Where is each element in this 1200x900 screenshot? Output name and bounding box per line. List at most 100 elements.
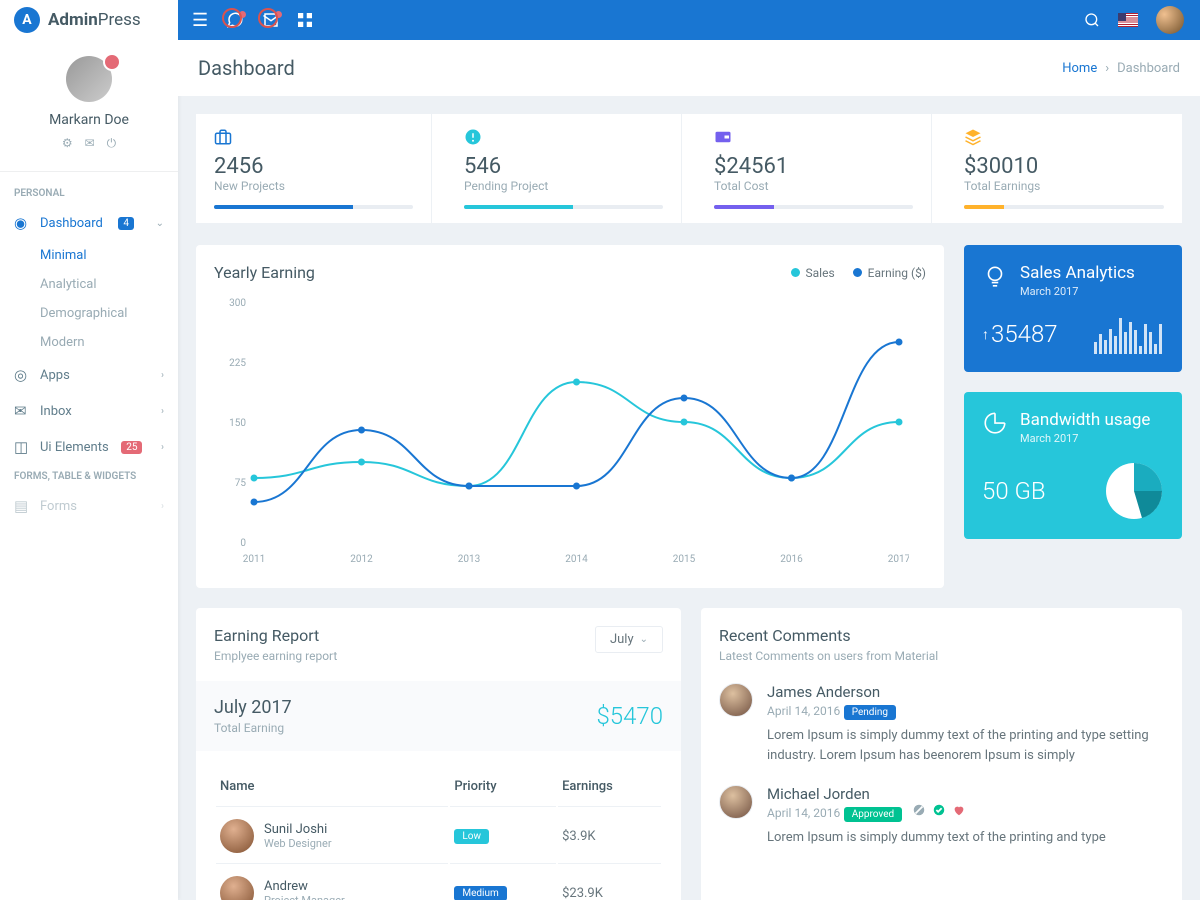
bandwidth-pie [1104,461,1164,521]
nav-ui-elements[interactable]: ◫ Ui Elements 25 › [0,429,178,465]
table-row: AndrewProject Manager Medium $23.9K [216,866,661,900]
alert-icon [464,128,663,146]
nav-header-forms: FORMS, TABLE & WIDGETS [0,465,178,488]
svg-text:2013: 2013 [458,554,480,565]
earning-report-card: Earning Report Emplyee earning report Ju… [196,608,681,900]
logo-text: AdminPress [48,10,141,30]
comment-author: James Anderson [767,683,1164,701]
chart-legend: Sales Earning ($) [791,266,926,280]
priority-badge: Medium [454,886,506,900]
settings-icon[interactable]: ⚙ [62,136,73,151]
comment-item: James Anderson April 14, 2016 Pending Lo… [719,683,1164,765]
page-title: Dashboard [198,56,295,80]
avatar [719,785,753,819]
svg-text:2012: 2012 [350,554,373,565]
svg-text:2016: 2016 [780,554,803,565]
bandwidth-panel: Bandwidth usage March 2017 50 GB [964,392,1182,539]
status-badge: Approved [844,807,902,822]
chevron-right-icon: › [161,406,164,417]
block-icon[interactable] [912,803,926,817]
logo-icon: A [14,7,40,33]
table-row: Sunil JoshiWeb Designer Low $3.9K [216,809,661,864]
sidebar: Markarn Doe ⚙ ✉ ⏻ PERSONAL ◉ Dashboard 4… [0,0,178,900]
target-icon: ◎ [14,366,30,384]
nav-forms[interactable]: ▤ Forms › [0,488,178,524]
comment-text: Lorem Ipsum is simply dummy text of the … [767,828,1164,848]
yearly-earning-card: Yearly Earning Sales Earning ($) 0751502… [196,245,944,588]
breadcrumb-home[interactable]: Home [1062,61,1097,76]
svg-text:300: 300 [229,298,246,309]
sub-analytical[interactable]: Analytical [0,270,178,299]
page-header: Dashboard Home › Dashboard [178,40,1200,96]
avatar [719,683,753,717]
sub-demographical[interactable]: Demographical [0,299,178,328]
breadcrumb-current: Dashboard [1117,61,1180,76]
briefcase-icon [214,128,413,146]
stat-pending-project: 546 Pending Project [446,114,682,223]
profile-name: Markarn Doe [0,112,178,128]
pie-icon [982,410,1008,445]
nav-apps[interactable]: ◎ Apps › [0,357,178,393]
sales-analytics-panel: Sales Analytics March 2017 ↑35487 [964,245,1182,372]
gauge-icon: ◉ [14,214,30,232]
chevron-down-icon: ⌄ [156,218,164,229]
priority-badge: Low [454,829,489,844]
stat-new-projects: 2456 New Projects [196,114,432,223]
chevron-right-icon: › [161,501,164,512]
comment-author: Michael Jorden [767,785,1164,803]
check-icon[interactable] [932,803,946,817]
stat-total-earnings: $30010 Total Earnings [946,114,1182,223]
status-badge: Pending [844,705,896,720]
heart-icon[interactable] [952,803,966,817]
analytics-sparkline [1094,314,1164,354]
svg-text:2017: 2017 [888,554,909,565]
earning-table: Name Priority Earnings Sunil JoshiWeb De… [214,765,663,900]
wallet-icon [714,128,913,146]
stat-total-cost: $24561 Total Cost [696,114,932,223]
chevron-down-icon: ⌄ [640,634,648,645]
svg-text:2015: 2015 [673,554,696,565]
sub-modern[interactable]: Modern [0,328,178,357]
bandwidth-value: 50 GB [982,477,1046,505]
power-icon[interactable]: ⏻ [107,136,117,151]
stats-row: 2456 New Projects 546 Pending Project [196,114,1182,223]
chevron-right-icon: › [161,370,164,381]
comment-item: Michael Jorden April 14, 2016 Approved L… [719,785,1164,848]
badge-count: 25 [121,441,142,454]
nav-inbox[interactable]: ✉ Inbox › [0,393,178,429]
avatar [220,876,254,900]
form-icon: ▤ [14,497,30,515]
comment-text: Lorem Ipsum is simply dummy text of the … [767,726,1164,765]
profile-block: Markarn Doe ⚙ ✉ ⏻ [0,40,178,161]
topbar: A AdminPress ☰ [0,0,1200,40]
menu-toggle-icon[interactable]: ☰ [192,10,208,31]
nav-header-personal: PERSONAL [0,182,178,205]
comment-date: April 14, 2016 [767,704,840,718]
comment-date: April 14, 2016 [767,806,840,820]
user-avatar[interactable] [1156,6,1184,34]
sub-minimal[interactable]: Minimal [0,241,178,270]
apps-icon[interactable] [298,13,312,27]
chevron-right-icon: › [161,442,164,453]
breadcrumb: Home › Dashboard [1062,61,1180,76]
chart-title: Yearly Earning [214,263,315,282]
svg-text:225: 225 [229,358,246,369]
notifications-icon[interactable] [262,11,280,29]
badge-count: 4 [118,217,134,230]
mail-icon: ✉ [14,402,30,420]
messages-icon[interactable] [226,11,244,29]
main-content: Dashboard Home › Dashboard 2456 New Proj… [178,0,1200,900]
logo[interactable]: A AdminPress [0,0,178,40]
bulb-icon [982,263,1008,298]
chevron-right-icon: › [1105,61,1109,76]
profile-avatar[interactable] [66,56,112,102]
avatar [220,819,254,853]
widgets-icon: ◫ [14,438,30,456]
search-icon[interactable] [1084,12,1100,28]
month-select[interactable]: July ⌄ [595,626,663,653]
mail-icon[interactable]: ✉ [85,136,95,151]
nav-dashboard[interactable]: ◉ Dashboard 4 ⌄ [0,205,178,241]
language-flag[interactable] [1118,13,1138,27]
svg-text:0: 0 [240,538,246,549]
report-summary: July 2017 Total Earning $5470 [196,681,681,751]
